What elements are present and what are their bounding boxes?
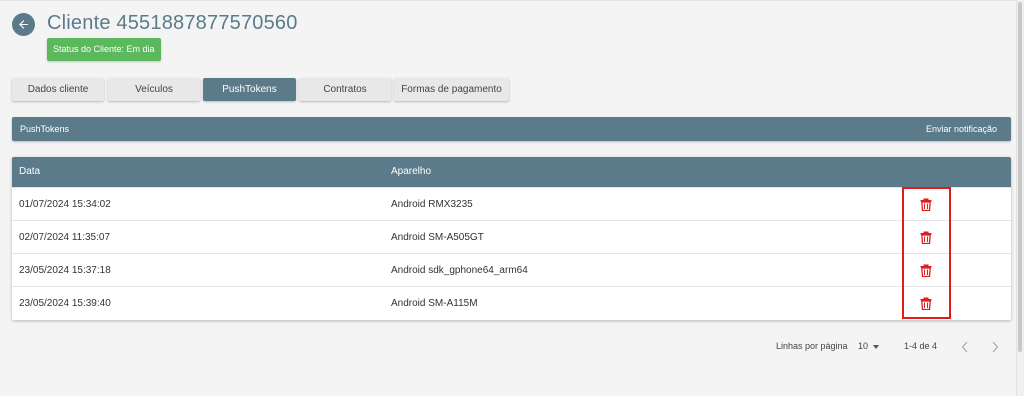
page: Cliente 4551887877570560 Status do Clien… — [0, 0, 1016, 396]
table-row: 02/07/2024 11:35:07 Android SM-A505GT — [12, 220, 1011, 254]
scrollbar-thumb[interactable] — [1018, 2, 1022, 352]
row-date: 23/05/2024 15:39:40 — [19, 298, 111, 309]
column-header-data: Data — [19, 166, 41, 177]
section-header: PushTokens Enviar notificação — [12, 117, 1011, 141]
row-date: 01/07/2024 15:34:02 — [19, 199, 111, 210]
row-date: 23/05/2024 15:37:18 — [19, 265, 111, 276]
row-device: Android SM-A115M — [391, 298, 478, 309]
table-header: Data Aparelho — [12, 157, 1011, 187]
tab-dados-cliente[interactable]: Dados cliente — [12, 78, 104, 101]
tab-pushtokens[interactable]: PushTokens — [203, 78, 296, 101]
row-device: Android sdk_gphone64_arm64 — [391, 265, 528, 276]
status-badge: Status do Cliente: Em dia — [47, 38, 161, 61]
back-button[interactable] — [12, 13, 35, 36]
page-title: Cliente 4551887877570560 — [47, 12, 298, 34]
table-row: 01/07/2024 15:34:02 Android RMX3235 — [12, 187, 1011, 221]
column-header-aparelho: Aparelho — [391, 166, 432, 177]
top-divider — [0, 0, 1016, 1]
table-row: 23/05/2024 15:39:40 Android SM-A115M — [12, 286, 1011, 320]
pagination-range: 1-4 de 4 — [904, 341, 938, 351]
pushtokens-table: Data Aparelho 01/07/2024 15:34:02 Androi… — [12, 157, 1011, 320]
arrow-left-icon — [19, 20, 28, 29]
chevron-right-icon[interactable] — [990, 341, 1000, 353]
chevron-down-icon[interactable] — [873, 345, 879, 349]
row-date: 02/07/2024 11:35:07 — [19, 232, 111, 243]
row-device: Android RMX3235 — [391, 199, 473, 210]
table-row: 23/05/2024 15:37:18 Android sdk_gphone64… — [12, 253, 1011, 287]
tab-formas-de-pagamento[interactable]: Formas de pagamento — [394, 78, 509, 101]
tab-veiculos[interactable]: Veículos — [108, 78, 200, 101]
rows-per-page-label: Linhas por página — [776, 341, 848, 351]
rows-per-page-select[interactable]: 10 — [858, 341, 868, 351]
highlight-box — [902, 187, 951, 319]
send-notification-button[interactable]: Enviar notificação — [926, 117, 997, 141]
section-title: PushTokens — [20, 124, 70, 134]
row-device: Android SM-A505GT — [391, 232, 484, 243]
tab-contratos[interactable]: Contratos — [299, 78, 391, 101]
chevron-left-icon[interactable] — [960, 341, 970, 353]
